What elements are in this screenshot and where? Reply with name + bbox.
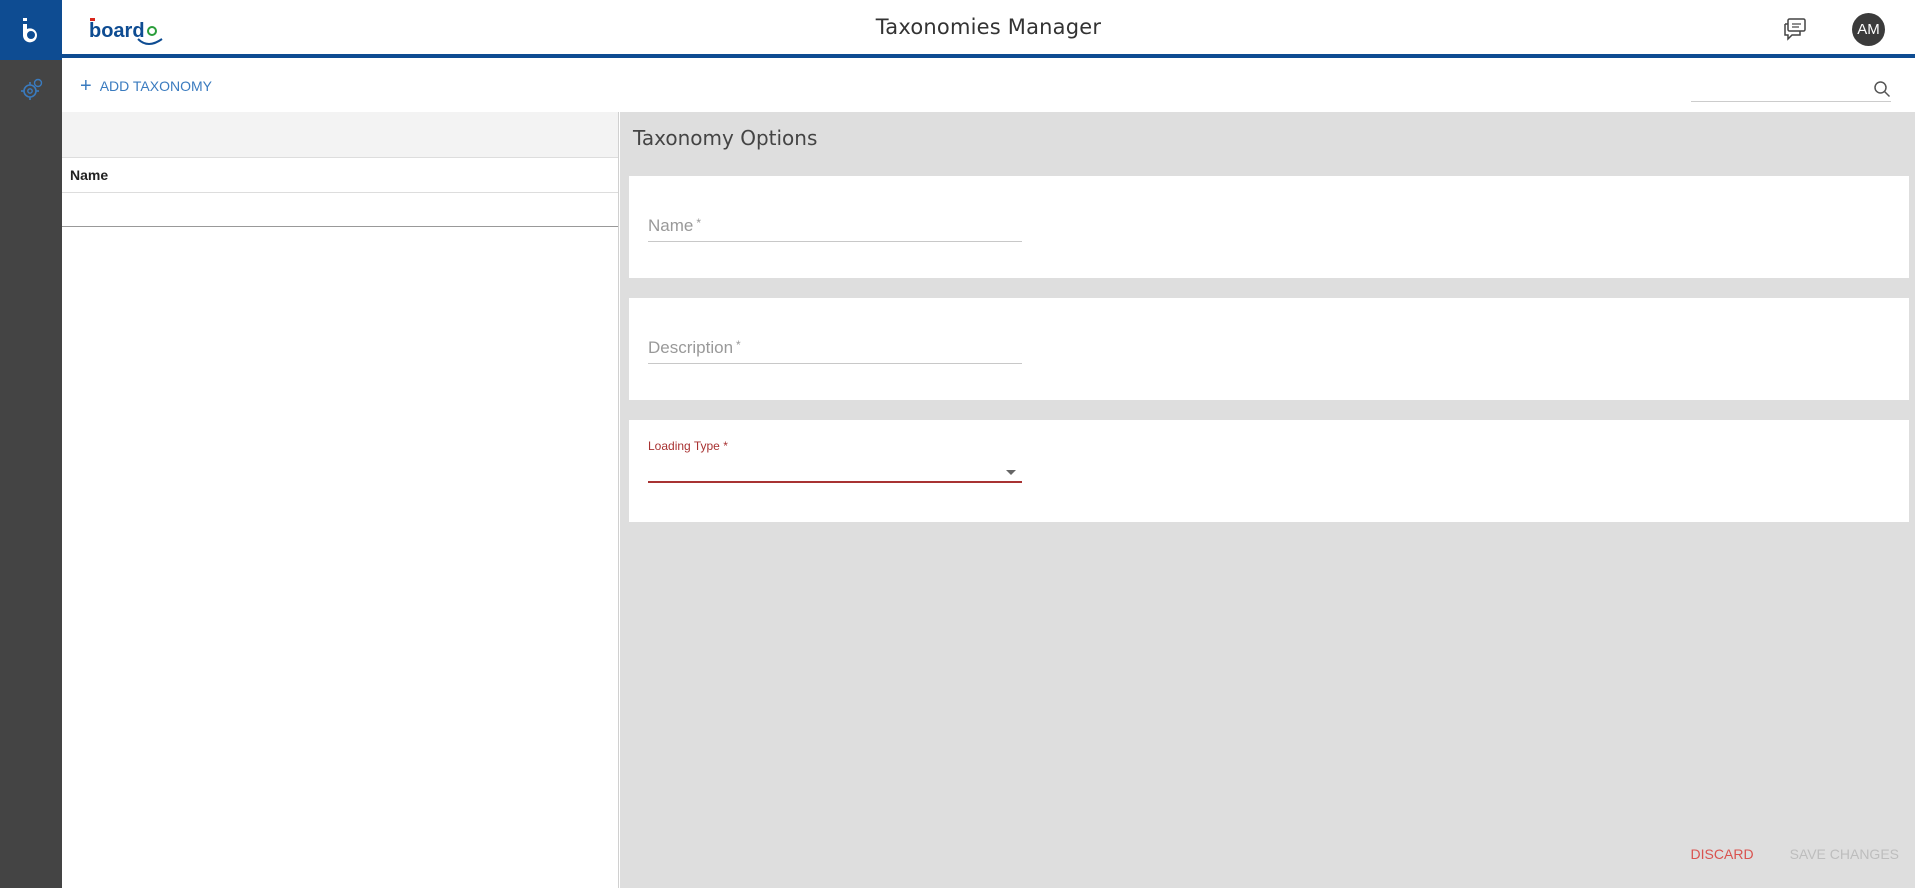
add-taxonomy-label: ADD TAXONOMY: [99, 78, 212, 94]
name-field[interactable]: Name *: [648, 216, 1022, 242]
plus-icon: +: [80, 75, 92, 97]
top-header: board Taxonomies Manager AM: [62, 0, 1915, 58]
description-card: Description *: [629, 298, 1909, 400]
chevron-down-icon: [1006, 470, 1016, 475]
taxonomy-list: Name: [62, 112, 619, 888]
list-group-band: [62, 112, 618, 158]
column-header-name[interactable]: Name: [62, 158, 618, 193]
search-input[interactable]: [1691, 78, 1891, 102]
column-header-label: Name: [70, 167, 109, 183]
description-field-label: Description *: [648, 338, 741, 357]
discard-button[interactable]: DISCARD: [1691, 846, 1754, 862]
page-title: Taxonomies Manager: [875, 15, 1102, 39]
taxonomy-options-panel: Taxonomy Options Name * Description * Load…: [620, 112, 1915, 888]
settings-gear-icon[interactable]: [17, 76, 45, 104]
description-field[interactable]: Description *: [648, 338, 1022, 364]
toolbar: + ADD TAXONOMY: [62, 62, 1915, 112]
board-rail-logo[interactable]: [0, 0, 62, 60]
left-rail: [0, 0, 62, 888]
loading-type-label: Loading Type *: [648, 439, 728, 453]
name-card: Name *: [629, 176, 1909, 278]
name-field-underline: [648, 241, 1022, 242]
chat-icon[interactable]: [1782, 17, 1808, 41]
save-changes-button[interactable]: SAVE CHANGES: [1790, 846, 1899, 862]
user-avatar[interactable]: AM: [1852, 13, 1885, 46]
footer-actions: DISCARD SAVE CHANGES: [1691, 846, 1899, 862]
board-b-icon: [22, 18, 37, 43]
add-taxonomy-button[interactable]: + ADD TAXONOMY: [80, 75, 212, 97]
options-title: Taxonomy Options: [633, 126, 818, 150]
loading-type-dropdown[interactable]: [648, 457, 1022, 483]
description-field-underline: [648, 363, 1022, 364]
column-filter-row[interactable]: [62, 193, 618, 227]
name-field-label: Name *: [648, 216, 702, 235]
loading-type-card: Loading Type *: [629, 420, 1909, 522]
search-icon[interactable]: [1873, 80, 1891, 98]
loading-type-select[interactable]: Loading Type *: [648, 439, 1022, 483]
